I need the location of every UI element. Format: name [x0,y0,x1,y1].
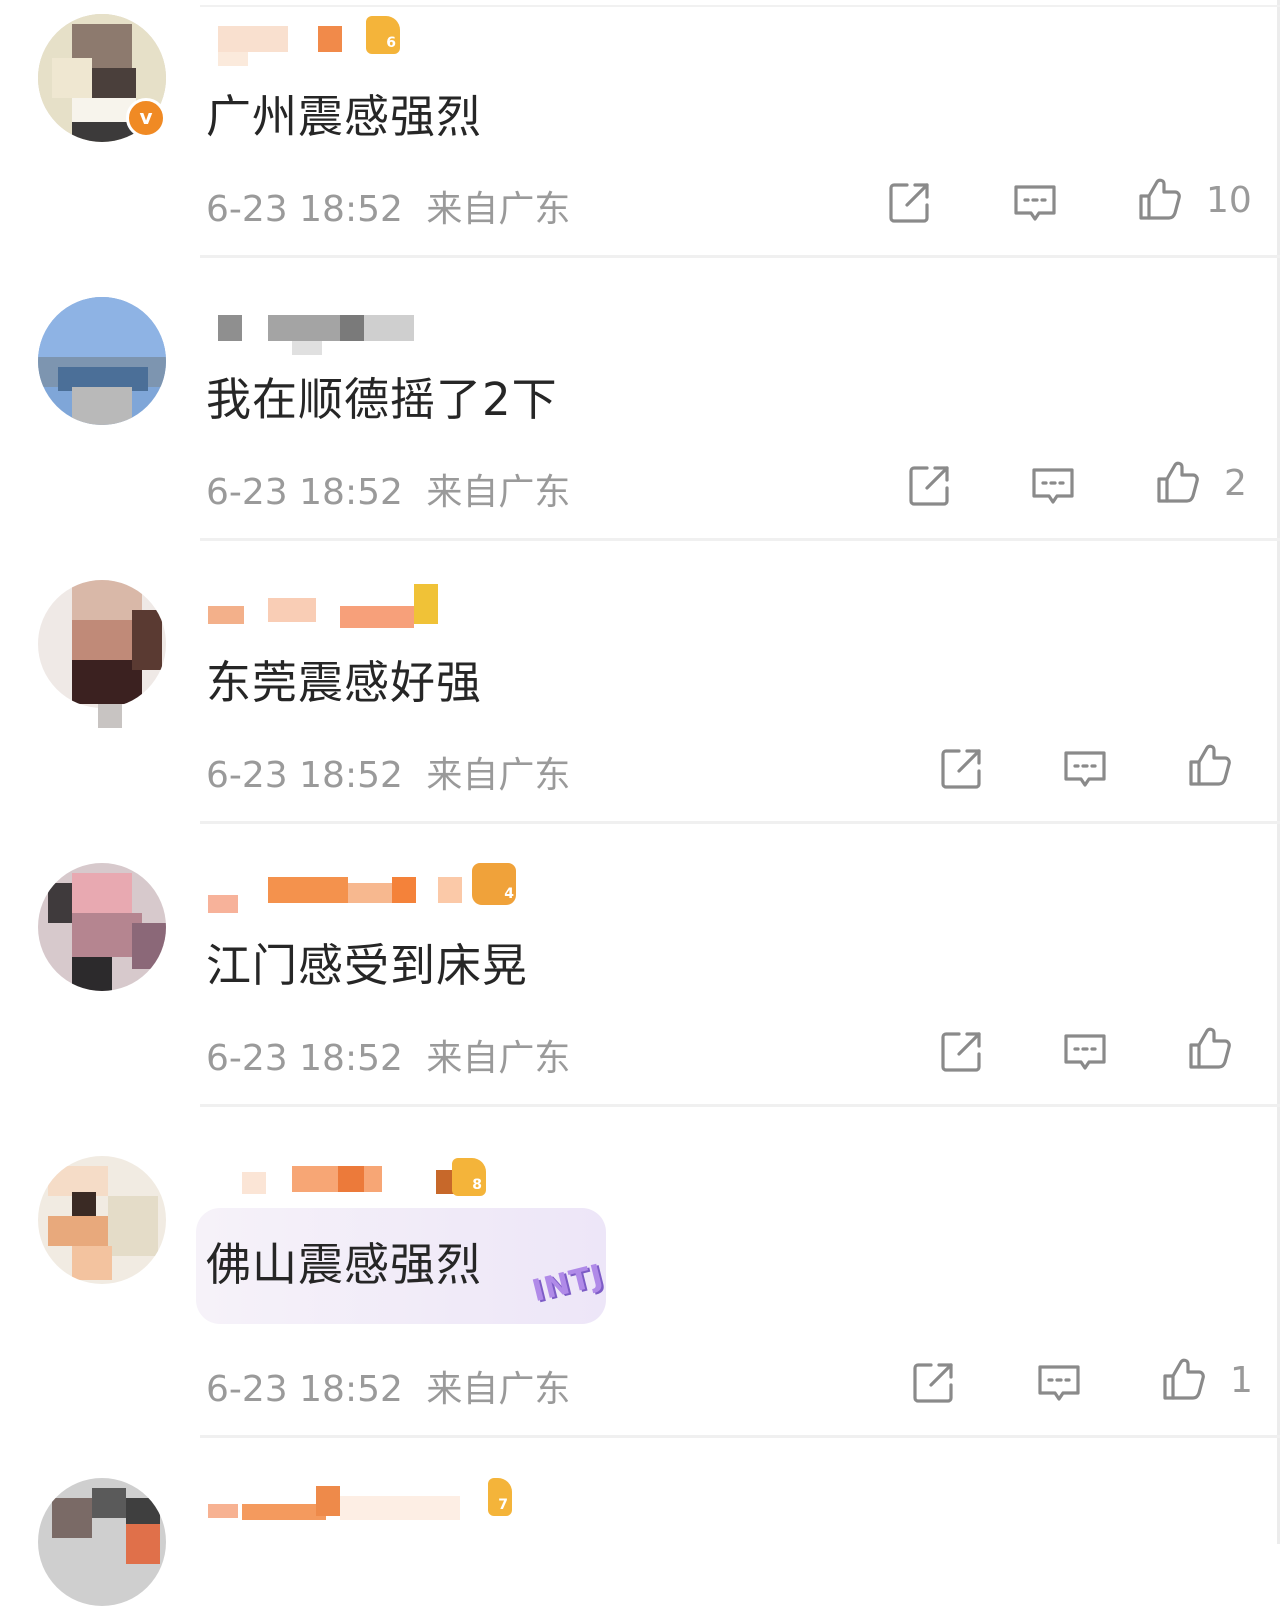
comment-icon [1008,176,1062,230]
like-button[interactable] [1182,738,1236,792]
avatar[interactable] [38,1478,166,1606]
divider [200,1104,1280,1107]
divider [200,1435,1280,1438]
reply-button[interactable] [1058,742,1112,796]
username-blurred[interactable] [208,22,358,68]
verified-icon: v [126,98,166,138]
share-icon [906,1356,960,1410]
location: 来自广东 [426,189,571,230]
comment-icon [1026,459,1080,513]
avatar[interactable] [38,1156,166,1284]
comment-icon [1058,1025,1112,1079]
like-count: 2 [1224,463,1247,504]
reply-button[interactable] [1032,1356,1086,1410]
timestamp: 6-23 18:52 [206,755,403,796]
like-button[interactable] [1132,172,1186,226]
like-button[interactable] [1182,1021,1236,1075]
like-count: 10 [1206,180,1252,221]
comment-text: 我在顺德摇了2下 [206,373,558,426]
username-blurred[interactable] [208,311,418,357]
comment-text: 东莞震感好强 [206,656,483,709]
location: 来自广东 [426,1038,571,1079]
share-button[interactable] [934,742,988,796]
share-icon [882,176,936,230]
timestamp: 6-23 18:52 [206,189,403,230]
reply-button[interactable] [1058,1025,1112,1079]
comment-text: 佛山震感强烈 [206,1238,483,1291]
share-icon [902,459,956,513]
reply-button[interactable] [1026,459,1080,513]
username-blurred[interactable] [208,1480,488,1526]
like-icon [1132,172,1186,226]
divider [200,255,1280,258]
username-blurred[interactable] [208,1162,488,1208]
divider [200,538,1280,541]
share-button[interactable] [882,176,936,230]
location: 来自广东 [426,472,571,513]
divider [200,821,1280,824]
level-badge-icon: 4 [504,886,514,902]
comment-meta: 6-23 18:52 来自广东 [206,180,570,232]
reply-button[interactable] [1008,176,1062,230]
like-icon [1156,1352,1210,1406]
username-blurred[interactable] [208,873,468,919]
share-icon [934,742,988,796]
share-button[interactable] [934,1025,988,1079]
divider [200,5,1280,7]
level-badge-icon: 7 [488,1478,512,1516]
share-button[interactable] [902,459,956,513]
level-badge-icon: 6 [366,16,400,54]
avatar[interactable] [38,863,166,991]
like-icon [1182,1021,1236,1075]
location: 来自广东 [426,755,571,796]
like-button[interactable] [1150,455,1204,509]
location: 来自广东 [426,1369,571,1410]
comment-icon [1032,1356,1086,1410]
avatar[interactable] [38,297,166,425]
share-icon [934,1025,988,1079]
timestamp: 6-23 18:52 [206,1038,403,1079]
like-icon [1150,455,1204,509]
comment-meta: 6-23 18:52 来自广东 [206,463,570,515]
timestamp: 6-23 18:52 [206,472,403,513]
timestamp: 6-23 18:52 [206,1369,403,1410]
comment-meta: 6-23 18:52 来自广东 [206,1360,570,1412]
comment-icon [1058,742,1112,796]
comment-meta: 6-23 18:52 来自广东 [206,746,570,798]
comment-meta: 6-23 18:52 来自广东 [206,1029,570,1081]
share-button[interactable] [906,1356,960,1410]
like-icon [1182,738,1236,792]
avatar[interactable] [38,580,166,708]
avatar-fragment [98,704,122,728]
username-blurred[interactable] [208,584,468,630]
comment-text: 广州震感强烈 [206,90,483,143]
like-count: 1 [1230,1360,1253,1401]
comment-text: 江门感受到床晃 [206,939,529,992]
like-button[interactable] [1156,1352,1210,1406]
level-badge-icon: 8 [452,1158,486,1196]
